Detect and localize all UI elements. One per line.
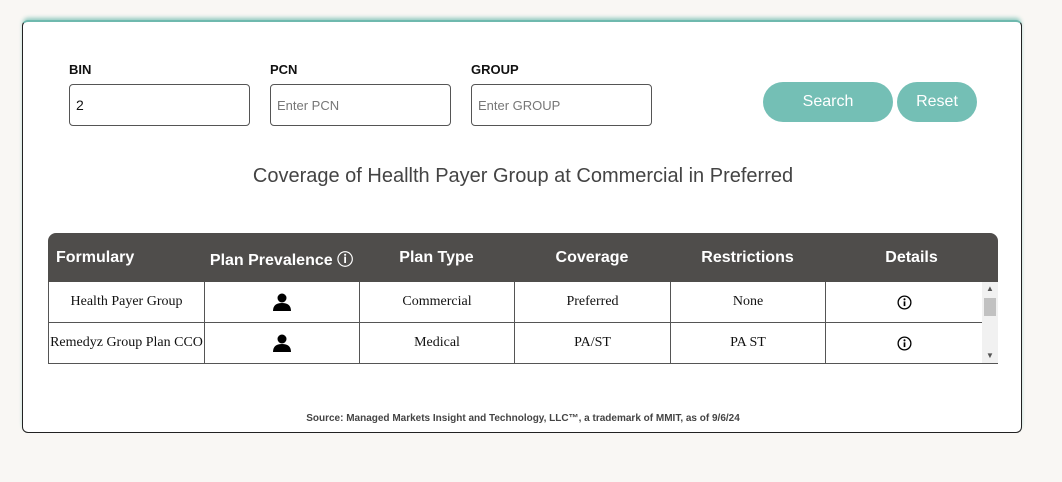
table-row: Health Payer Group Commercial Preferred … (49, 282, 998, 323)
person-icon (273, 334, 291, 352)
group-input[interactable] (471, 84, 652, 126)
scroll-up-icon[interactable]: ▲ (982, 282, 998, 296)
bin-field-group: BIN (69, 62, 250, 126)
scroll-thumb[interactable] (984, 298, 996, 316)
search-button[interactable]: Search (763, 82, 893, 122)
cell-details (826, 282, 983, 322)
header-formulary[interactable]: Formulary (48, 249, 204, 267)
group-field-group: GROUP (471, 62, 652, 126)
header-coverage[interactable]: Coverage (514, 249, 670, 267)
cell-restrictions: PA ST (671, 323, 826, 363)
cell-coverage: PA/ST (515, 323, 671, 363)
pcn-label: PCN (270, 62, 298, 77)
cell-prevalence (205, 323, 360, 363)
header-plan-prevalence[interactable]: Plan Prevalence ⓘ (204, 246, 359, 270)
cell-prevalence (205, 282, 360, 322)
coverage-table: Formulary Plan Prevalence ⓘ Plan Type Co… (48, 233, 998, 364)
pcn-input[interactable] (270, 84, 451, 126)
cell-plan-type: Medical (360, 323, 515, 363)
bin-label: BIN (69, 62, 92, 77)
cell-coverage: Preferred (515, 282, 671, 322)
table-body[interactable]: Health Payer Group Commercial Preferred … (48, 282, 998, 364)
header-restrictions[interactable]: Restrictions (670, 249, 825, 267)
info-icon[interactable] (897, 294, 912, 310)
page-title: Coverage of Heallth Payer Group at Comme… (252, 165, 794, 187)
cell-details (826, 323, 983, 363)
cell-formulary: Health Payer Group (49, 282, 205, 322)
source-note: Source: Managed Markets Insight and Tech… (306, 413, 740, 424)
pcn-field-group: PCN (270, 62, 451, 126)
reset-button[interactable]: Reset (897, 82, 977, 122)
table-row: Remedyz Group Plan CCO Medical PA/ST PA … (49, 323, 998, 363)
header-details[interactable]: Details (825, 249, 998, 267)
table-scrollbar[interactable]: ▲ ▼ (982, 282, 998, 363)
header-plan-type[interactable]: Plan Type (359, 249, 514, 267)
group-label: GROUP (471, 62, 519, 77)
coverage-card: BIN PCN GROUP Search Reset Coverage of H… (22, 20, 1022, 433)
cell-restrictions: None (671, 282, 826, 322)
table-header: Formulary Plan Prevalence ⓘ Plan Type Co… (48, 233, 998, 282)
cell-formulary: Remedyz Group Plan CCO (49, 323, 205, 363)
bin-input[interactable] (69, 84, 250, 126)
person-icon (273, 293, 291, 311)
scroll-down-icon[interactable]: ▼ (982, 349, 998, 363)
info-icon[interactable] (897, 335, 912, 351)
cell-plan-type: Commercial (360, 282, 515, 322)
